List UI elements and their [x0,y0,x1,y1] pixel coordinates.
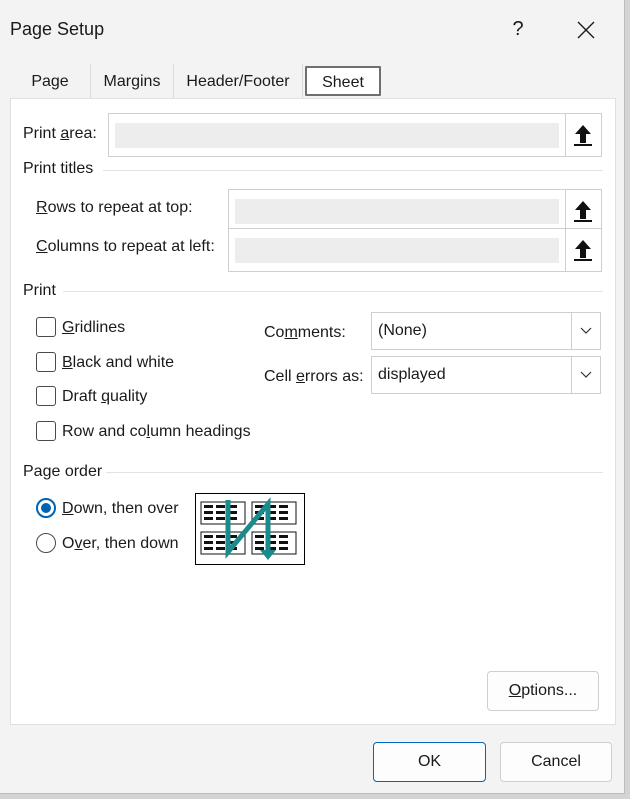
comments-dropdown-arrow[interactable] [571,313,600,349]
row-col-headings-checkbox[interactable] [36,421,56,441]
down-then-over-label[interactable]: Down, then over [62,500,179,518]
cols-repeat-field [228,228,602,272]
page-order-separator [106,472,603,473]
draft-quality-checkbox[interactable] [36,386,56,406]
page-order-diagram-icon [200,497,297,560]
print-heading: Print [23,282,56,299]
rows-repeat-label: Rows to repeat at top: [36,199,193,216]
options-button[interactable]: Options... [487,671,599,711]
cancel-button[interactable]: Cancel [500,742,612,782]
ok-button[interactable]: OK [373,742,486,782]
black-white-label[interactable]: Black and white [62,354,174,372]
page-order-preview [195,493,305,565]
rows-repeat-input[interactable] [235,199,559,224]
cell-errors-dropdown-arrow[interactable] [571,357,600,393]
chevron-down-icon [580,327,592,334]
over-then-down-radio[interactable] [36,533,56,553]
over-then-down-label[interactable]: Over, then down [62,535,179,553]
draft-quality-label[interactable]: Draft quality [62,388,147,406]
print-titles-heading: Print titles [23,160,94,177]
print-area-input[interactable] [115,123,559,148]
row-col-headings-label[interactable]: Row and column headings [62,423,251,441]
arrow-up-icon [574,201,592,222]
print-titles-separator [103,170,603,171]
print-area-collapse-button[interactable] [565,114,601,156]
page-setup-dialog: Page Setup ? Page Margins Header/Footer … [0,0,625,794]
cols-repeat-collapse-button[interactable] [565,229,601,271]
close-icon [577,21,595,39]
comments-value: (None) [378,322,427,339]
cell-errors-value: displayed [378,366,446,383]
rows-repeat-collapse-button[interactable] [565,190,601,232]
comments-label: Comments: [264,324,346,341]
dialog-title: Page Setup [10,19,105,39]
print-separator [63,291,603,292]
down-then-over-radio[interactable] [36,498,56,518]
tab-margins[interactable]: Margins [91,64,174,98]
arrow-up-icon [574,125,592,146]
chevron-down-icon [580,371,592,378]
gridlines-label[interactable]: Gridlines [62,319,125,337]
close-button[interactable] [568,12,604,48]
page-order-heading: Page order [23,463,103,480]
print-area-label: Print area: [23,125,97,142]
rows-repeat-field [228,189,602,233]
sheet-tab-panel: Print area: Print titles Rows to repeat … [10,98,616,725]
cell-errors-label: Cell errors as: [264,368,364,385]
black-white-checkbox[interactable] [36,352,56,372]
help-button[interactable]: ? [503,14,533,44]
title-bar: Page Setup ? [0,0,624,54]
tab-sheet[interactable]: Sheet [305,66,381,96]
cols-repeat-input[interactable] [235,238,559,263]
cell-errors-dropdown[interactable]: displayed [371,356,601,394]
gridlines-checkbox[interactable] [36,317,56,337]
tab-page[interactable]: Page [10,64,91,98]
arrow-up-icon [574,240,592,261]
cols-repeat-label: Columns to repeat at left: [36,238,215,255]
comments-dropdown[interactable]: (None) [371,312,601,350]
tab-header-footer[interactable]: Header/Footer [174,64,303,98]
print-area-field [108,113,602,157]
